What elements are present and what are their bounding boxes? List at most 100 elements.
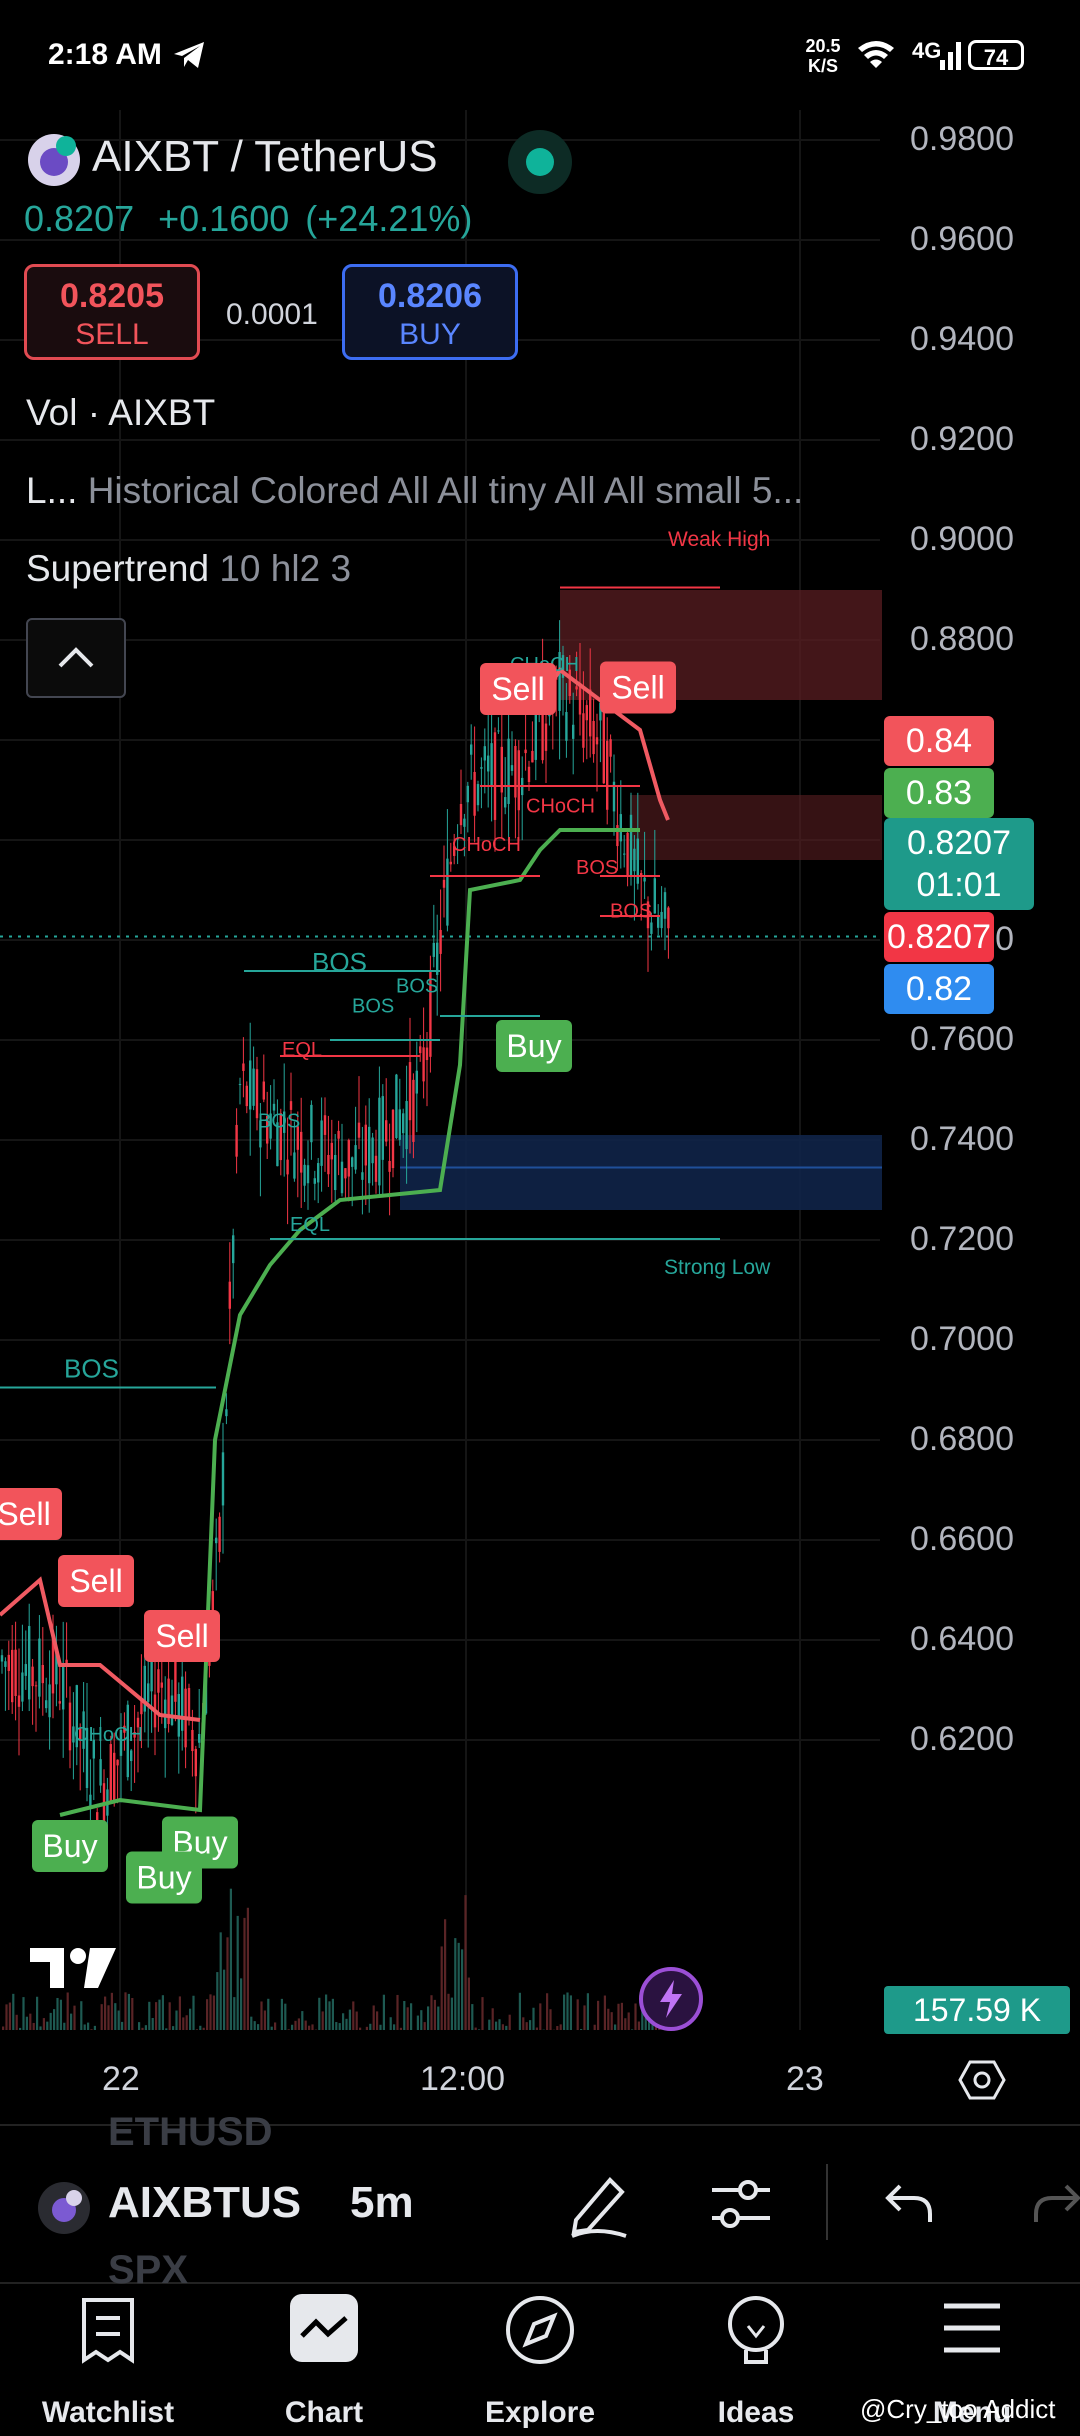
symbol-logo-icon[interactable]: [36, 2180, 92, 2236]
sell-button[interactable]: 0.8205 SELL: [24, 264, 200, 360]
nav-explore[interactable]: Explore: [440, 2290, 640, 2429]
indicators-settings-icon[interactable]: [708, 2174, 774, 2234]
candle-body: [225, 1409, 228, 1417]
candle-body: [191, 1729, 194, 1752]
recent-symbol-above[interactable]: ETHUSD: [108, 2110, 272, 2155]
nav-ideas[interactable]: Ideas: [656, 2290, 856, 2429]
volume-legend[interactable]: Vol · AIXBT: [26, 392, 215, 434]
candle-body: [357, 1122, 361, 1138]
supertrend-params: 10 hl2 3: [219, 548, 352, 589]
nav-menu[interactable]: Menu: [872, 2290, 1072, 2429]
tradingview-logo-icon[interactable]: [30, 1944, 130, 1994]
chart-label: Weak High: [668, 528, 770, 551]
candle-body: [215, 1537, 218, 1544]
candle-body: [317, 1163, 320, 1183]
candle-body: [487, 755, 490, 772]
candle-body: [517, 750, 520, 811]
nav-chart[interactable]: Chart: [224, 2290, 424, 2429]
market-status-indicator[interactable]: [508, 130, 572, 194]
candle-body: [361, 1172, 364, 1180]
candle-body: [99, 1759, 102, 1786]
menu-icon: [944, 2303, 1000, 2353]
volume-bar: [501, 2024, 504, 2030]
signal-icon: [940, 42, 961, 70]
volume-bar: [495, 2021, 498, 2030]
candle-body: [147, 1683, 150, 1702]
undo-icon[interactable]: [884, 2180, 934, 2226]
candle-body: [623, 853, 626, 855]
sell-price: 0.8205: [60, 277, 164, 315]
status-time: 2:18 AM: [48, 38, 162, 71]
supply-zone: [630, 795, 882, 860]
signal-text: Sell: [0, 1496, 51, 1532]
volume-bar: [246, 1907, 249, 2030]
volume-bar: [22, 1997, 25, 2030]
candle-body: [24, 1664, 27, 1676]
volume-bar: [284, 2003, 287, 2030]
buy-button[interactable]: 0.8206 BUY: [342, 264, 518, 360]
volume-bar: [12, 1993, 15, 2030]
nav-watchlist[interactable]: Watchlist: [8, 2290, 208, 2429]
signal-text: Sell: [491, 671, 544, 707]
candle-body: [310, 1104, 313, 1143]
candle-body: [490, 743, 493, 787]
candle-body: [371, 1137, 374, 1164]
candle-body: [221, 1452, 225, 1506]
volume-bar: [53, 2009, 56, 2030]
signal-sell: Sell: [144, 1610, 220, 1662]
interval-selector[interactable]: 5m: [350, 2178, 414, 2228]
volume-bar: [620, 2002, 623, 2030]
candle-body: [347, 1140, 350, 1177]
volume-bar: [481, 1997, 484, 2030]
candle-body: [446, 858, 449, 926]
candle-body: [21, 1672, 24, 1702]
candle-body: [31, 1666, 34, 1687]
volume-bar: [70, 2013, 73, 2030]
volume-bar: [454, 1938, 457, 2030]
supertrend-legend[interactable]: Supertrend 10 hl2 3: [26, 548, 351, 590]
chart-label: BOS: [352, 996, 394, 1018]
volume-bar: [457, 1942, 460, 2030]
volume-bar: [260, 2001, 263, 2030]
volume-bar: [569, 1995, 572, 2030]
symbol-title[interactable]: AIXBT / TetherUS: [92, 132, 438, 182]
volume-bar: [223, 1969, 226, 2030]
volume-bar: [56, 1997, 59, 2030]
candle-body: [300, 1131, 303, 1173]
time-axis[interactable]: [0, 2040, 1080, 2120]
candle-body: [507, 738, 510, 805]
candle-body: [334, 1154, 337, 1191]
candle-body: [113, 1752, 116, 1802]
candle-body: [398, 1109, 401, 1140]
candle-body: [62, 1664, 65, 1710]
volume-bar: [73, 2005, 76, 2030]
lightning-icon[interactable]: [638, 1966, 704, 2032]
volume-bar: [250, 2016, 253, 2030]
nav-explore-label: Explore: [484, 2396, 596, 2429]
candle-body: [232, 1235, 235, 1264]
volume-bar: [8, 2002, 11, 2030]
candle-body: [194, 1748, 197, 1777]
chart-label: CHoCH: [526, 796, 595, 818]
volume-bar: [437, 2006, 440, 2030]
candle-body: [602, 711, 605, 784]
collapse-legend-button[interactable]: [26, 618, 126, 698]
candle-body: [58, 1701, 61, 1704]
indicator-legend[interactable]: L... Historical Colored All All tiny All…: [26, 470, 866, 512]
candle-body: [187, 1688, 191, 1718]
signal-buy: Buy: [32, 1820, 108, 1872]
demand-zone: [400, 1135, 882, 1210]
volume-bar: [328, 2001, 331, 2030]
price-tick: 0.7200: [910, 1220, 1014, 1258]
candle-body: [572, 724, 575, 739]
drawing-tool-icon[interactable]: [566, 2170, 632, 2240]
volume-bar: [212, 1995, 215, 2030]
chart-settings-icon[interactable]: [958, 2058, 1006, 2102]
symbol-selector[interactable]: AIXBTUS: [108, 2178, 308, 2228]
candle-body: [459, 803, 463, 826]
candle-body: [595, 737, 599, 745]
redo-icon[interactable]: [1032, 2180, 1080, 2226]
candle-body: [425, 1047, 429, 1061]
price-tick: 0.9800: [910, 120, 1014, 158]
candle-body: [38, 1638, 41, 1697]
